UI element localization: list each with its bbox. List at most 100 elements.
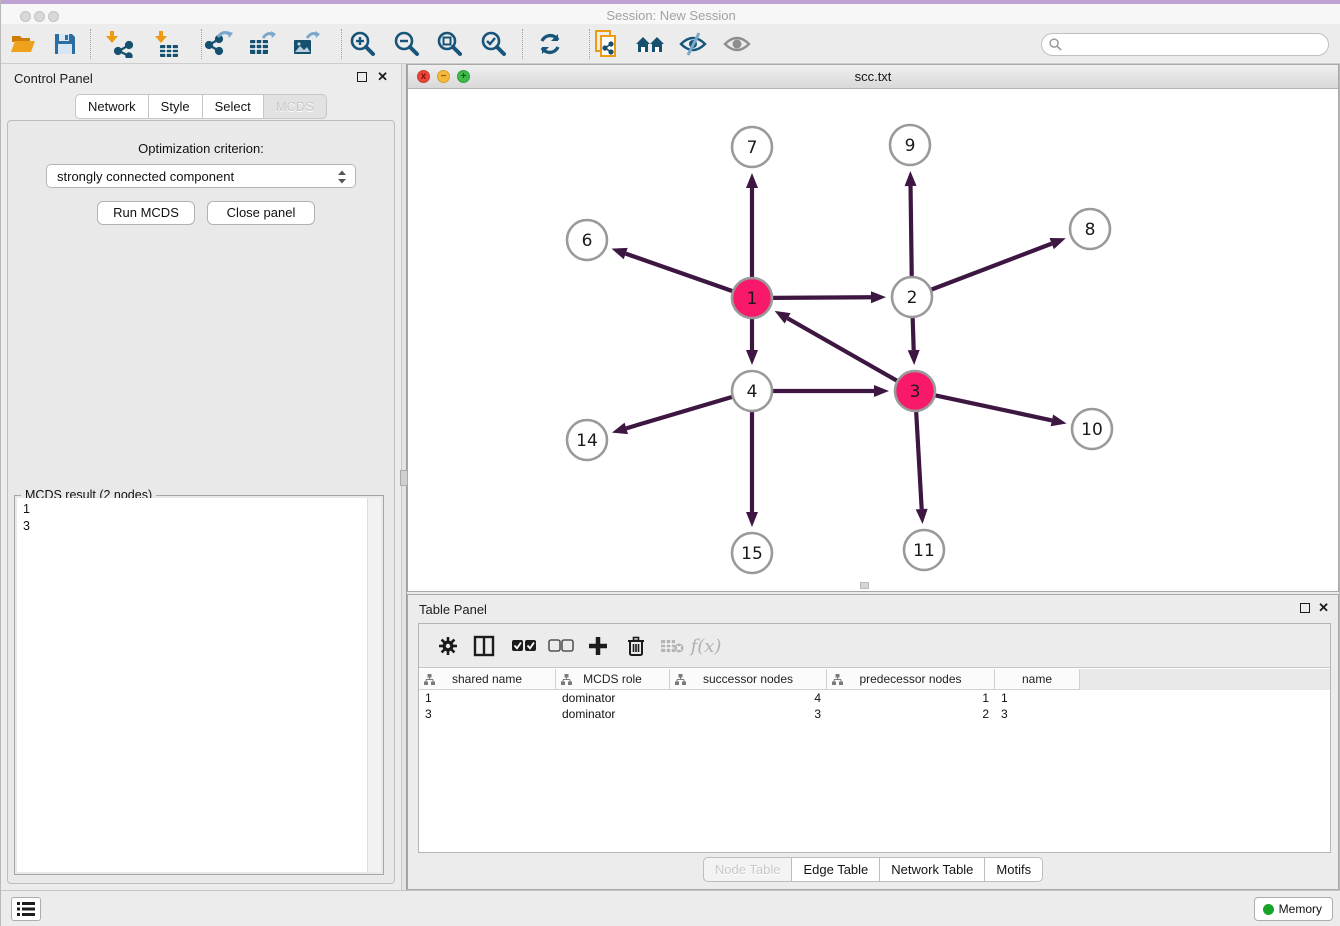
- task-history-button[interactable]: [11, 897, 41, 921]
- edge-3-11[interactable]: [916, 412, 921, 509]
- hierarchy-icon: [424, 674, 435, 685]
- export-image-icon: [292, 30, 320, 58]
- cell-predecessor-nodes[interactable]: 1: [827, 690, 995, 706]
- tab-edge-table[interactable]: Edge Table: [792, 857, 880, 882]
- column-header-MCDS-role[interactable]: MCDS role: [556, 669, 670, 690]
- zoom-fit-button[interactable]: [434, 29, 466, 59]
- export-network-button[interactable]: [203, 29, 235, 59]
- trash-icon: [627, 636, 645, 657]
- deselect-all-button[interactable]: [546, 632, 576, 660]
- zoom-selected-button[interactable]: [478, 29, 510, 59]
- column-label: successor nodes: [703, 672, 793, 686]
- table-row[interactable]: 3dominator323: [419, 706, 1330, 722]
- table-panel-float-button[interactable]: [1300, 603, 1310, 613]
- cell-shared-name[interactable]: 1: [419, 690, 556, 706]
- hide-selected-button[interactable]: [677, 29, 709, 59]
- node-label-9: 9: [905, 136, 916, 156]
- search-field[interactable]: [1041, 33, 1329, 56]
- node-table: f(x) shared nameMCDS role successor nodes…: [418, 623, 1331, 853]
- save-session-button[interactable]: [49, 29, 81, 59]
- status-bar: Memory: [1, 890, 1340, 926]
- tab-network[interactable]: Network: [75, 94, 149, 119]
- column-header-successor-nodes[interactable]: successor nodes: [670, 669, 827, 690]
- table-settings-button[interactable]: [433, 632, 463, 660]
- show-columns-button[interactable]: [469, 632, 499, 660]
- optimization-criterion-label: Optimization criterion:: [8, 141, 394, 156]
- close-panel-button[interactable]: Close panel: [207, 201, 315, 225]
- cell-successor-nodes[interactable]: 4: [670, 690, 827, 706]
- edge-3-10[interactable]: [936, 395, 1052, 420]
- zoom-out-icon: [393, 30, 421, 58]
- column-header-shared-name[interactable]: shared name: [419, 669, 556, 690]
- node-label-4: 4: [747, 382, 758, 402]
- cell-name[interactable]: 1: [995, 690, 1080, 706]
- import-network-button[interactable]: [103, 29, 135, 59]
- edge-2-3[interactable]: [913, 318, 914, 350]
- first-neighbors-button[interactable]: [634, 29, 666, 59]
- control-panel-close-button[interactable]: ✕: [377, 69, 388, 85]
- show-all-button[interactable]: [721, 29, 753, 59]
- app-title: Session: New Session: [1, 8, 1340, 23]
- memory-button[interactable]: Memory: [1254, 897, 1333, 921]
- network-window-titlebar[interactable]: x − + scc.txt: [408, 65, 1338, 89]
- edge-arrow-icon: [612, 248, 628, 259]
- edge-arrow-icon: [1050, 238, 1066, 249]
- import-network-icon: [105, 30, 133, 58]
- tab-select[interactable]: Select: [203, 94, 264, 119]
- cell-shared-name[interactable]: 3: [419, 706, 556, 722]
- edge-4-14[interactable]: [626, 397, 732, 428]
- mcds-panel: Optimization criterion: strongly connect…: [7, 120, 395, 884]
- save-icon: [53, 32, 77, 56]
- zoom-selected-icon: [480, 30, 508, 58]
- export-table-button[interactable]: [246, 29, 278, 59]
- cell-MCDS-role[interactable]: dominator: [556, 706, 670, 722]
- edge-3-1[interactable]: [788, 318, 897, 380]
- tab-node-table[interactable]: Node Table: [703, 857, 793, 882]
- clone-network-icon: [593, 29, 621, 59]
- cell-successor-nodes[interactable]: 3: [670, 706, 827, 722]
- network-canvas[interactable]: 1234678910111415: [408, 89, 1338, 591]
- table-row[interactable]: 1dominator411: [419, 690, 1330, 706]
- mcds-result-scrollbar[interactable]: [367, 498, 381, 872]
- function-builder-button-disabled: f(x): [691, 632, 721, 660]
- network-scrollbar-handle[interactable]: [860, 582, 869, 589]
- cell-name[interactable]: 3: [995, 706, 1080, 722]
- tab-style[interactable]: Style: [149, 94, 203, 119]
- gear-icon: [438, 636, 458, 656]
- column-label: predecessor nodes: [859, 672, 961, 686]
- run-mcds-button[interactable]: Run MCDS: [97, 201, 195, 225]
- eye-slash-icon: [679, 31, 707, 57]
- column-header-name[interactable]: name: [995, 669, 1080, 690]
- edge-2-9[interactable]: [911, 186, 912, 276]
- select-all-button[interactable]: [509, 632, 539, 660]
- search-input[interactable]: [1066, 38, 1328, 52]
- refresh-button[interactable]: [534, 29, 566, 59]
- zoom-in-button[interactable]: [347, 29, 379, 59]
- open-file-button[interactable]: [7, 29, 39, 59]
- import-table-button[interactable]: [149, 29, 181, 59]
- add-column-button[interactable]: [583, 632, 613, 660]
- tab-motifs[interactable]: Motifs: [985, 857, 1043, 882]
- edge-arrow-icon: [612, 423, 628, 435]
- edge-2-8[interactable]: [932, 244, 1052, 290]
- app-titlebar: Session: New Session: [1, 4, 1340, 24]
- cell-MCDS-role[interactable]: dominator: [556, 690, 670, 706]
- zoom-out-button[interactable]: [391, 29, 423, 59]
- unchecked-boxes-icon: [548, 639, 574, 653]
- table-body: 1dominator4113dominator323: [419, 690, 1330, 852]
- mcds-result-text[interactable]: 1 3: [17, 498, 367, 872]
- export-table-icon: [248, 30, 276, 58]
- tab-network-table[interactable]: Network Table: [880, 857, 985, 882]
- optimization-criterion-select[interactable]: strongly connected component: [46, 164, 356, 188]
- control-panel-float-button[interactable]: [357, 72, 367, 82]
- column-header-predecessor-nodes[interactable]: predecessor nodes: [827, 669, 995, 690]
- export-image-button[interactable]: [290, 29, 322, 59]
- table-panel-close-button[interactable]: ✕: [1318, 600, 1329, 616]
- panel-splitter-handle[interactable]: [400, 470, 408, 486]
- edge-1-6[interactable]: [626, 254, 733, 291]
- delete-column-button[interactable]: [621, 632, 651, 660]
- tab-mcds[interactable]: MCDS: [264, 94, 327, 119]
- edge-1-2[interactable]: [773, 297, 871, 298]
- cell-predecessor-nodes[interactable]: 2: [827, 706, 995, 722]
- clone-network-button[interactable]: [591, 29, 623, 59]
